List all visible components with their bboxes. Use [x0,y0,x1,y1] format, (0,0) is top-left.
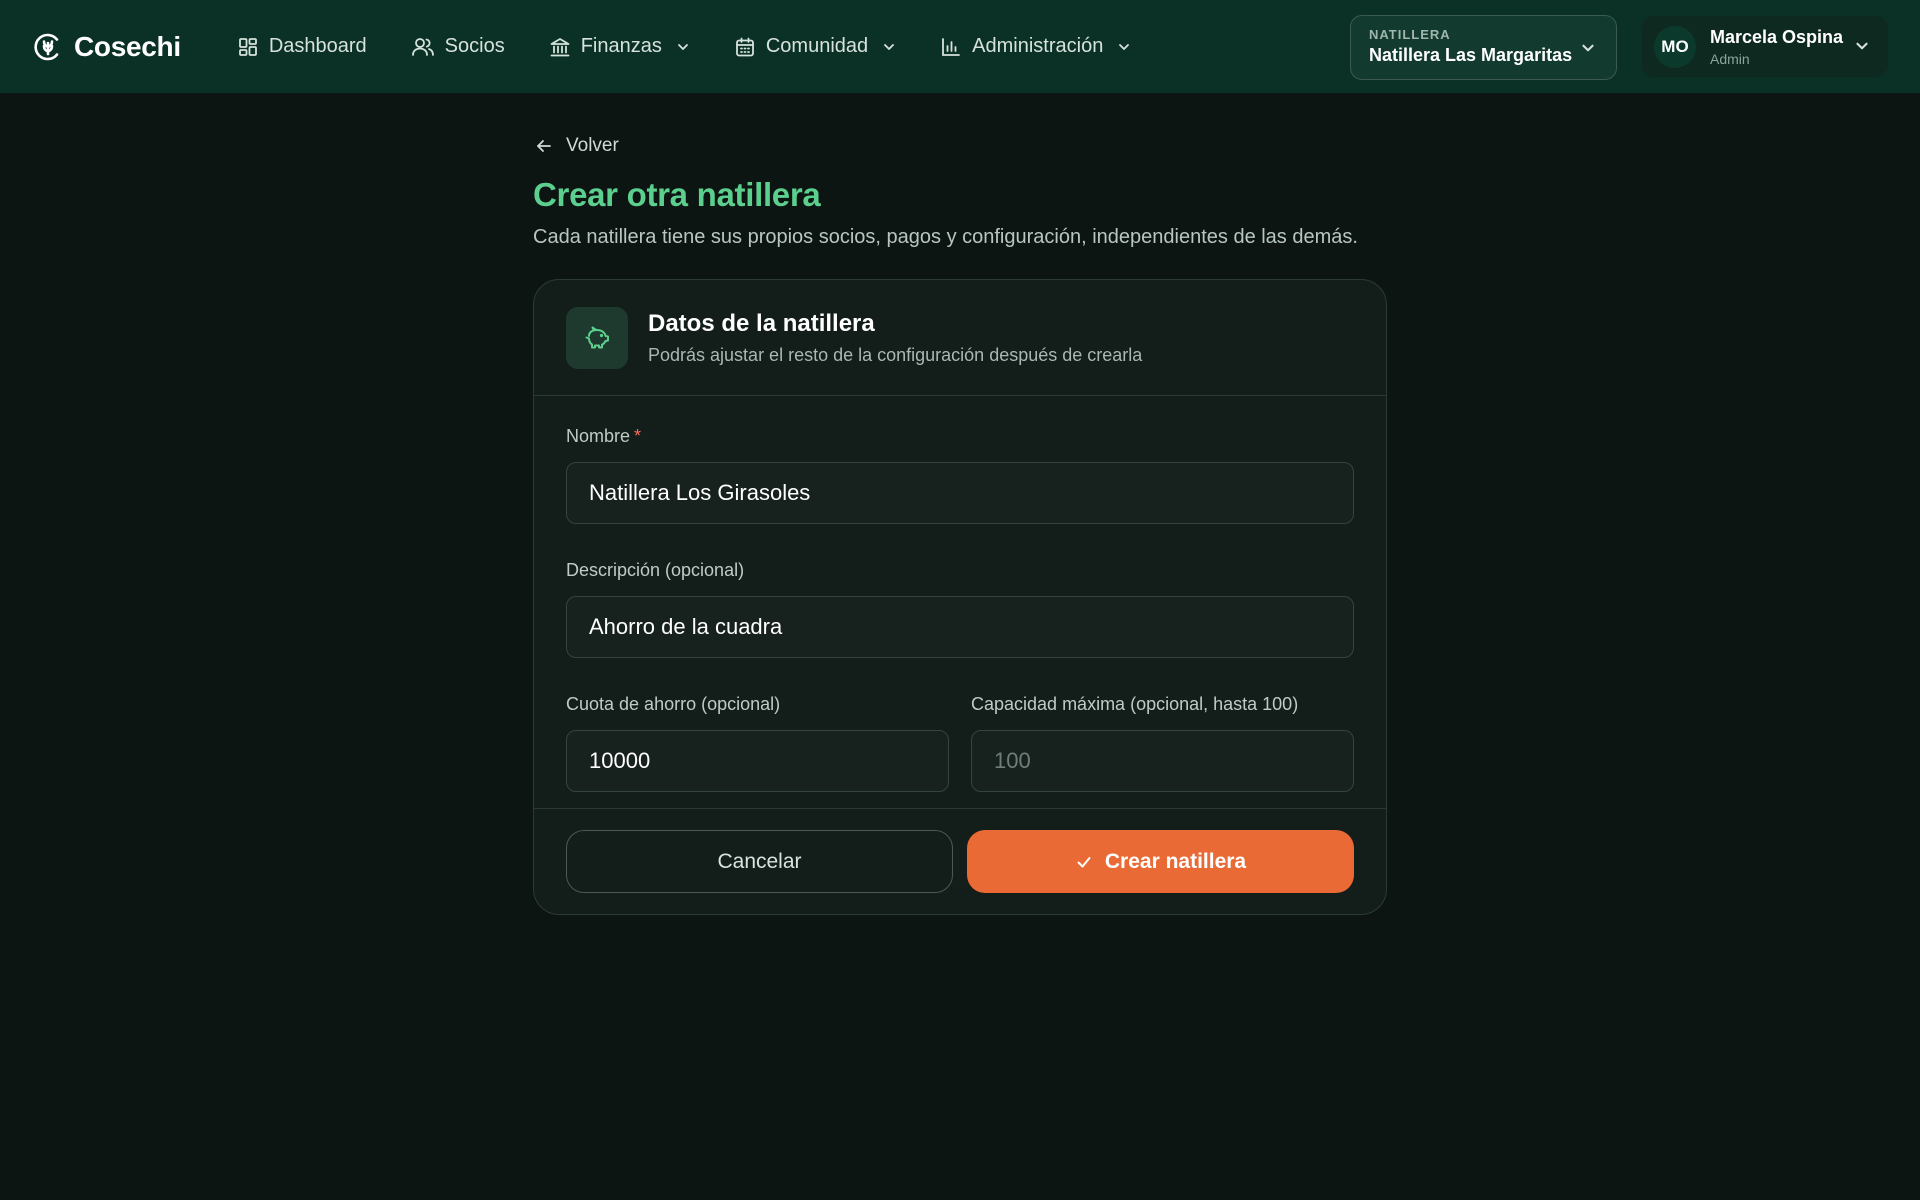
capacidad-label: Capacidad máxima (opcional, hasta 100) [971,694,1299,714]
natillera-switcher[interactable]: NATILLERA Natillera Las Margaritas [1350,15,1617,80]
nombre-label: Nombre * [566,426,1354,447]
nav-item-label: Administración [972,35,1104,57]
nav-item-dashboard[interactable]: Dashboard [215,25,389,69]
nombre-label-text: Nombre [566,426,631,446]
user-menu[interactable]: MO Marcela Ospina Admin [1642,16,1888,77]
field-row-quota-capacity: Cuota de ahorro (opcional) Capacidad máx… [566,694,1354,792]
nav-item-label: Dashboard [268,35,367,57]
form-body: Nombre* Descripción (opcional) Cuota de … [534,396,1386,809]
nav-item-finanzas[interactable]: Finanzas [527,25,712,69]
wheat-logo-icon [32,31,64,63]
page-subtitle: Cada natillera tiene sus propios socios,… [533,226,1358,248]
required-mark: * [634,426,642,446]
back-link[interactable]: Volver [534,135,619,157]
field-capacidad: Capacidad máxima (opcional, hasta 100) [971,694,1354,792]
form-actions: Cancelar Crear natillera [534,809,1386,893]
field-nombre: Nombre * [566,426,1354,524]
cancel-button[interactable]: Cancelar [566,830,953,893]
nav-item-label: Comunidad [765,35,869,57]
nombre-input[interactable] [566,462,1354,524]
arrow-left-icon [537,140,551,152]
nav-item-label: Finanzas [580,35,662,57]
chevron-down-icon [1856,42,1868,50]
user-name: Marcela Ospina [1710,26,1844,47]
main-nav: Dashboard Socios Finanzas Comunidad Admi… [215,25,1154,69]
natillera-switcher-label: NATILLERA [1369,27,1451,42]
nav-item-label: Socios [444,35,505,57]
descripcion-label: Descripción (opcional) [566,560,745,580]
field-cuota: Cuota de ahorro (opcional) [566,694,949,792]
brand-name: Cosechi [74,30,181,62]
nav-item-comunidad[interactable]: Comunidad [712,25,918,69]
capacidad-input[interactable] [971,730,1354,792]
field-descripcion: Descripción (opcional) [566,560,1354,658]
card-header: Datos de la natillera Podrás ajustar el … [534,280,1386,396]
user-role: Admin [1710,50,1750,67]
check-icon [1077,856,1091,867]
piggy-bank-icon [585,326,609,348]
cuota-label: Cuota de ahorro (opcional) [566,694,781,714]
back-link-label: Volver [566,135,619,156]
calendar-icon [735,37,754,56]
chevron-down-icon [1582,44,1594,52]
natillera-switcher-name: Natillera Las Margaritas [1369,45,1573,65]
chevron-down-icon [884,43,895,50]
create-natillera-button-label: Crear natillera [1104,849,1247,873]
brand-logo[interactable]: Cosechi [32,31,181,63]
nav-item-socios[interactable]: Socios [389,25,527,69]
cuota-input[interactable] [566,730,949,792]
bank-icon [550,37,570,56]
card-icon-container [566,306,628,369]
chevron-down-icon [1119,43,1130,50]
card-title: Datos de la natillera [648,309,875,337]
top-navigation-bar: Cosechi Dashboard Socios Finanzas Comuni… [0,0,1920,93]
bar-chart-icon [942,37,961,56]
cancel-button-label: Cancelar [717,849,802,873]
create-natillera-card: Datos de la natillera Podrás ajustar el … [533,279,1387,915]
nav-item-administracion[interactable]: Administración [918,25,1153,69]
descripcion-input[interactable] [566,596,1354,658]
dashboard-grid-icon [238,37,257,56]
card-subtitle: Podrás ajustar el resto de la configurac… [648,344,1143,365]
users-icon [411,37,434,56]
create-natillera-button[interactable]: Crear natillera [967,830,1354,893]
avatar: MO [1654,25,1696,68]
page-title: Crear otra natillera [533,176,821,213]
chevron-down-icon [677,43,688,50]
